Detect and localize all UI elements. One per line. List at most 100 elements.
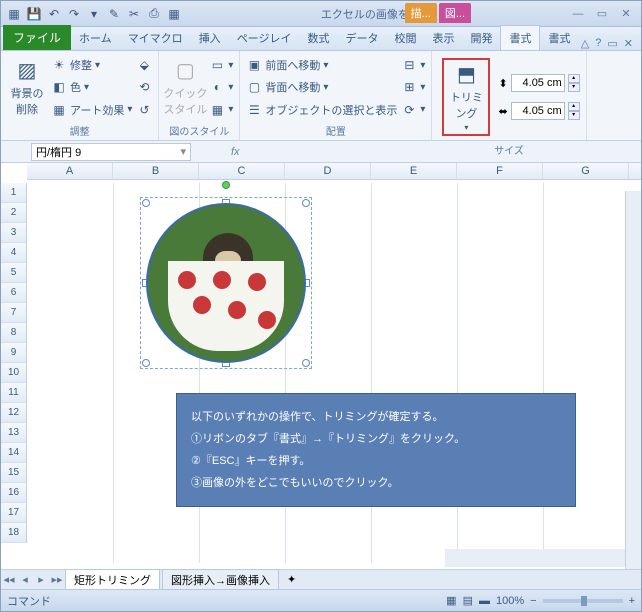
col-header[interactable]: B	[113, 163, 199, 179]
height-input[interactable]: ⬍ ▴▾	[498, 72, 579, 94]
align-icon[interactable]: ⊟▾	[401, 55, 425, 75]
view-layout-icon[interactable]: ▤	[463, 594, 473, 607]
window-restore-icon[interactable]: ▭	[607, 37, 617, 50]
vertical-scrollbar[interactable]	[625, 191, 641, 569]
col-header[interactable]: C	[199, 163, 285, 179]
qat-icon[interactable]: ▦	[165, 5, 183, 23]
width-input[interactable]: ⬌ ▴▾	[498, 100, 579, 122]
qat-icon[interactable]: ▾	[85, 5, 103, 23]
tab-data[interactable]: データ	[337, 26, 386, 50]
bring-forward-button[interactable]: ▣前面へ移動 ▾	[246, 55, 397, 75]
effects-icon[interactable]: ◐▾	[209, 77, 233, 97]
row-header[interactable]: 15	[1, 463, 27, 483]
rotate-handle[interactable]	[222, 181, 230, 189]
tab-format-1[interactable]: 書式	[500, 25, 540, 50]
compress-icon[interactable]: ⬙	[136, 55, 152, 75]
tab-home[interactable]: ホーム	[71, 26, 120, 50]
change-picture-icon[interactable]: ⟲	[136, 77, 152, 97]
row-header[interactable]: 2	[1, 203, 27, 223]
minimize-icon[interactable]: —	[567, 6, 589, 22]
sheet-tab[interactable]: 矩形トリミング	[65, 569, 160, 590]
sheet-nav-next[interactable]: ▸	[33, 573, 49, 586]
qat-icon[interactable]: ✎	[105, 5, 123, 23]
group-icon[interactable]: ⊞▾	[401, 77, 425, 97]
undo-icon[interactable]: ↶	[45, 5, 63, 23]
resize-handle[interactable]	[302, 359, 310, 367]
redo-icon[interactable]: ↷	[65, 5, 83, 23]
tab-format-2[interactable]: 書式	[540, 26, 578, 50]
view-normal-icon[interactable]: ▦	[446, 594, 456, 607]
tab-developer[interactable]: 開発	[462, 26, 500, 50]
row-header[interactable]: 16	[1, 483, 27, 503]
sheet-nav-prev[interactable]: ◂	[17, 573, 33, 586]
view-pagebreak-icon[interactable]: ▬	[479, 595, 490, 607]
fx-label[interactable]: fx	[231, 146, 240, 158]
zoom-slider[interactable]	[543, 599, 623, 603]
tab-review[interactable]: 校閲	[386, 26, 424, 50]
callout-box[interactable]: 以下のいずれかの操作で、トリミングが確定する。 ①リボンのタブ『書式』→『トリミ…	[176, 393, 576, 507]
col-header[interactable]: G	[543, 163, 629, 179]
row-header[interactable]: 6	[1, 283, 27, 303]
row-header[interactable]: 3	[1, 223, 27, 243]
qat-icon[interactable]: ✂	[125, 5, 143, 23]
tab-insert[interactable]: 挿入	[191, 26, 229, 50]
row-header[interactable]: 4	[1, 243, 27, 263]
new-sheet-icon[interactable]: ✦	[281, 573, 302, 586]
sheet-nav-first[interactable]: ◂◂	[1, 573, 17, 586]
close-icon[interactable]: ✕	[615, 6, 637, 22]
zoom-out-icon[interactable]: −	[530, 595, 536, 607]
row-header[interactable]: 8	[1, 323, 27, 343]
tab-pagelayout[interactable]: ページレイ	[229, 26, 300, 50]
row-header[interactable]: 17	[1, 503, 27, 523]
col-header[interactable]: F	[457, 163, 543, 179]
remove-background-button[interactable]: ▨ 背景の 削除	[7, 54, 47, 121]
context-tab-picture[interactable]: 図...	[439, 3, 471, 23]
zoom-in-icon[interactable]: +	[629, 595, 635, 607]
context-tab-draw[interactable]: 描...	[405, 3, 437, 23]
row-header[interactable]: 13	[1, 423, 27, 443]
reset-picture-icon[interactable]: ↺	[136, 100, 152, 120]
tab-mymacro[interactable]: マイマクロ	[120, 26, 191, 50]
border-icon[interactable]: ▭▾	[209, 55, 233, 75]
minimize-ribbon-icon[interactable]: △	[581, 37, 589, 50]
resize-handle[interactable]	[142, 199, 150, 207]
row-header[interactable]: 14	[1, 443, 27, 463]
col-header[interactable]: A	[27, 163, 113, 179]
qat-icon[interactable]: ⎙	[145, 5, 163, 23]
sheet-tab[interactable]: 図形挿入→画像挿入	[162, 569, 279, 590]
worksheet[interactable]: A B C D E F G 1 2 3 4 5 6 7 8 9 10 11 12…	[1, 163, 641, 563]
col-header[interactable]: D	[285, 163, 371, 179]
row-header[interactable]: 10	[1, 363, 27, 383]
row-header[interactable]: 18	[1, 523, 27, 543]
quick-styles-button[interactable]: ▢ クイック スタイル	[165, 54, 205, 121]
zoom-level[interactable]: 100%	[496, 595, 524, 607]
selected-oval-shape[interactable]	[146, 203, 306, 363]
help-icon[interactable]: ?	[595, 37, 601, 50]
sheet-nav-last[interactable]: ▸▸	[49, 573, 65, 586]
col-header[interactable]: E	[371, 163, 457, 179]
send-backward-button[interactable]: ▢背面へ移動 ▾	[246, 77, 397, 97]
row-header[interactable]: 12	[1, 403, 27, 423]
layout-icon[interactable]: ▦▾	[209, 100, 233, 120]
row-header[interactable]: 7	[1, 303, 27, 323]
rotate-icon[interactable]: ⟳▾	[401, 100, 425, 120]
tab-file[interactable]: ファイル	[3, 25, 71, 50]
row-header[interactable]: 5	[1, 263, 27, 283]
horizontal-scrollbar[interactable]	[445, 549, 625, 567]
color-button[interactable]: ◧色 ▾	[51, 77, 132, 97]
name-box[interactable]: 円/楕円 9▾	[31, 143, 191, 161]
window-close-icon[interactable]: ✕	[624, 37, 633, 50]
row-header[interactable]: 9	[1, 343, 27, 363]
selection-pane-button[interactable]: ☰オブジェクトの選択と表示	[246, 100, 397, 120]
save-icon[interactable]: 💾	[25, 5, 43, 23]
restore-icon[interactable]: ▭	[591, 6, 613, 22]
row-header[interactable]: 11	[1, 383, 27, 403]
artistic-effects-button[interactable]: ▦アート効果 ▾	[51, 100, 132, 120]
resize-handle[interactable]	[302, 199, 310, 207]
tab-view[interactable]: 表示	[424, 26, 462, 50]
row-header[interactable]: 1	[1, 183, 27, 203]
tab-formulas[interactable]: 数式	[299, 26, 337, 50]
resize-handle[interactable]	[142, 359, 150, 367]
corrections-button[interactable]: ☀修整 ▾	[51, 55, 132, 75]
crop-button[interactable]: ⬒ トリミング ▾	[446, 62, 486, 132]
